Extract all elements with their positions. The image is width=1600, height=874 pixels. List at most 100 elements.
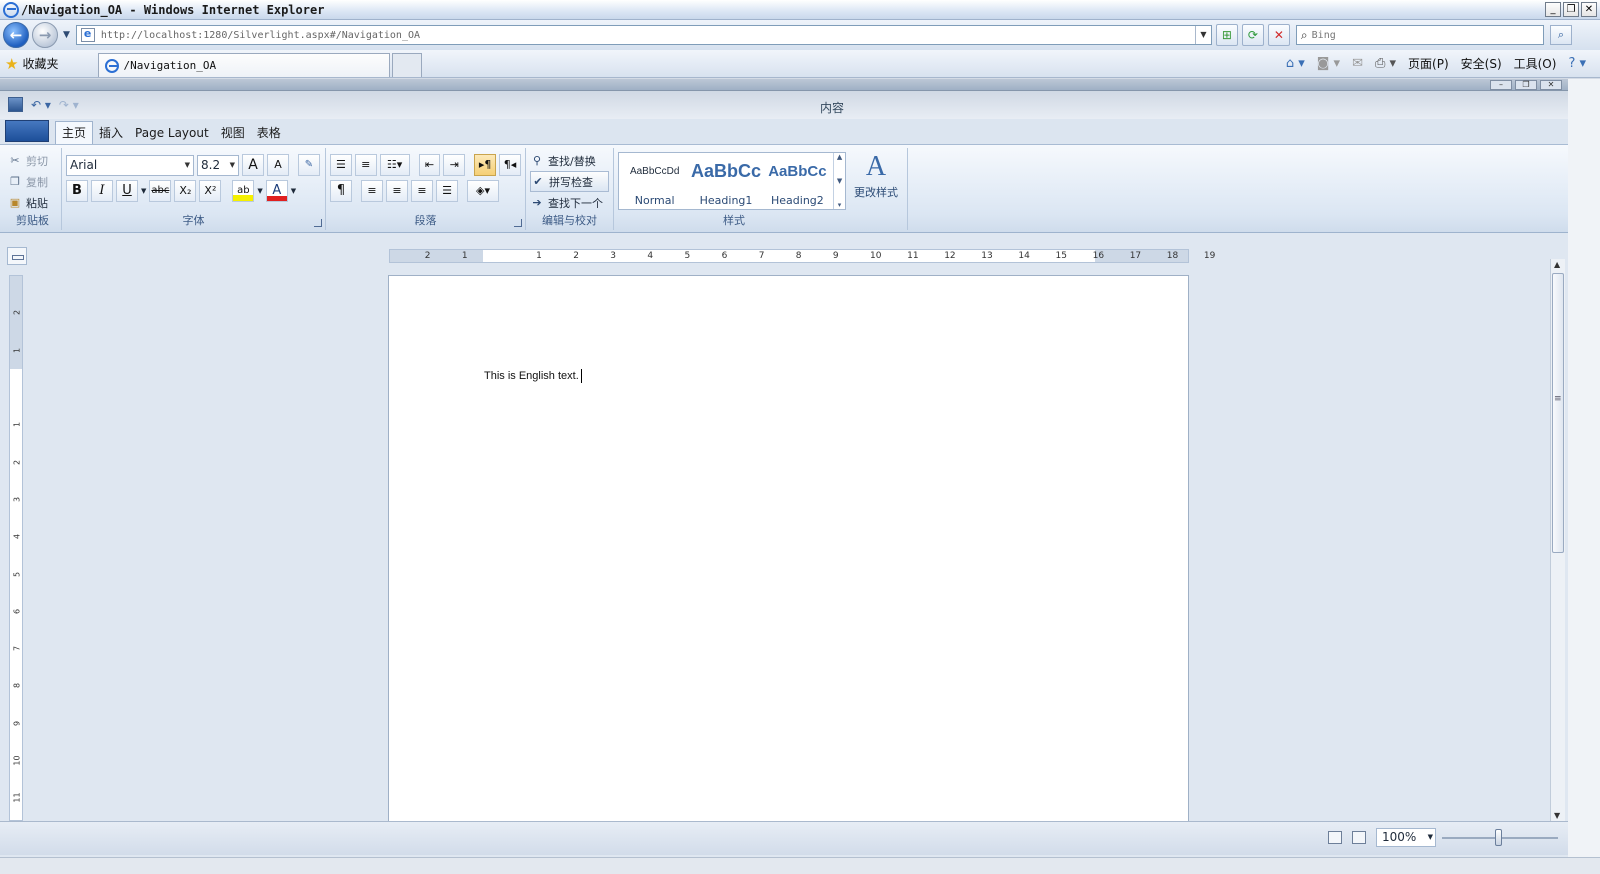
new-tab-button[interactable] (392, 53, 423, 77)
grow-font-button[interactable]: A (242, 154, 264, 176)
justify-icon[interactable]: ☰ (436, 180, 458, 202)
shading-icon[interactable]: ◈▾ (467, 180, 499, 202)
underline-dropdown-icon[interactable]: ▼ (141, 187, 146, 195)
ltr-icon[interactable]: ▸¶ (474, 154, 497, 176)
h-ruler-tick: 4 (647, 251, 654, 261)
gallery-more-icon[interactable]: ▾ (834, 201, 845, 209)
gallery-scroll[interactable]: ▲ ▼ ▾ (833, 153, 845, 209)
show-formatting-button[interactable]: ¶ (330, 180, 352, 202)
tab-view[interactable]: 视图 (215, 122, 251, 144)
browser-tab[interactable]: /Navigation_OA (98, 53, 391, 77)
tab-insert[interactable]: 插入 (93, 122, 129, 144)
style-normal[interactable]: AaBbCcDd Normal (619, 153, 690, 209)
save-icon[interactable] (8, 97, 23, 112)
subscript-button[interactable]: X₂ (174, 180, 197, 202)
close-button[interactable]: ✕ (1581, 2, 1597, 17)
underline-button[interactable]: U (116, 180, 138, 202)
zoom-slider-thumb[interactable] (1495, 829, 1502, 846)
font-size-select[interactable]: 8.2 ▼ (197, 154, 239, 176)
find-next-button[interactable]: ➔ 查找下一个 (530, 192, 609, 213)
font-dialog-launcher[interactable] (314, 219, 322, 227)
vertical-scrollbar[interactable]: ▲ ≡ ▼ (1550, 259, 1565, 821)
bullets-icon[interactable]: ☰ (330, 154, 352, 176)
minimize-button[interactable]: _ (1545, 2, 1561, 17)
forward-button[interactable]: → (32, 22, 58, 48)
help-icon[interactable]: ? ▾ (1568, 56, 1586, 71)
refresh-icon[interactable]: ⟳ (1241, 24, 1264, 46)
font-color-button[interactable]: A (265, 180, 288, 202)
numbering-icon[interactable]: ≡ (354, 154, 377, 176)
clear-format-icon[interactable]: ✎ (298, 154, 320, 176)
print-icon[interactable]: ⎙ ▾ (1375, 56, 1396, 71)
font-color-dropdown-icon[interactable]: ▼ (291, 187, 296, 195)
paragraph-dialog-launcher[interactable] (514, 219, 522, 227)
increase-indent-icon[interactable]: ⇥ (443, 154, 466, 176)
favorites-button[interactable]: 收藏夹 (22, 55, 78, 72)
document-page[interactable]: This is English text. (388, 275, 1189, 835)
vertical-ruler[interactable]: 21123456789101112 (9, 275, 23, 840)
paste-button[interactable]: ▣ 粘贴 (8, 192, 57, 213)
h-ruler-tick: 5 (684, 251, 691, 261)
scroll-up-icon[interactable]: ▲ (1554, 260, 1560, 269)
decrease-indent-icon[interactable]: ⇤ (418, 154, 441, 176)
app-minimize-button[interactable]: – (1490, 80, 1512, 90)
scroll-down-icon[interactable]: ▼ (1554, 811, 1560, 820)
mail-icon[interactable]: ✉ (1352, 56, 1363, 71)
copy-button[interactable]: ❐ 复制 (8, 171, 57, 192)
address-dropdown-icon[interactable]: ▼ (1194, 26, 1211, 44)
print-layout-icon[interactable] (1328, 831, 1342, 844)
shrink-font-button[interactable]: A (267, 154, 289, 176)
gallery-down-icon[interactable]: ▼ (834, 177, 845, 185)
align-left-icon[interactable]: ≡ (361, 180, 383, 202)
highlight-button[interactable]: ab (232, 180, 255, 202)
undo-icon[interactable]: ↶ ▾ (31, 98, 51, 112)
redo-icon[interactable]: ↷ ▾ (59, 98, 79, 112)
history-dropdown-icon[interactable]: ▼ (63, 30, 70, 40)
style-heading2[interactable]: AaBbCc Heading2 (762, 153, 833, 209)
back-button[interactable]: ← (3, 22, 29, 48)
restore-button[interactable]: ❐ (1563, 2, 1579, 17)
strikethrough-button[interactable]: abc (149, 180, 172, 202)
search-input[interactable]: ⌕ Bing (1295, 25, 1544, 45)
search-button[interactable]: ⌕ (1549, 25, 1572, 45)
change-styles-button[interactable]: A 更改样式 (850, 150, 902, 200)
address-bar[interactable]: http://localhost:1280/Silverlight.aspx#/… (75, 25, 1212, 45)
cut-button[interactable]: ✂ 剪切 (8, 150, 57, 171)
app-close-button[interactable]: ✕ (1540, 80, 1562, 90)
home-icon[interactable]: ⌂ ▾ (1286, 56, 1305, 71)
superscript-button[interactable]: X² (199, 180, 222, 202)
safety-menu[interactable]: 安全(S) (1461, 55, 1502, 72)
horizontal-ruler[interactable]: 2 1 1 2 3 4 5 6 7 8 9 10 11 12 13 14 15 16 17 18 19 (389, 249, 1215, 263)
multilevel-list-icon[interactable]: ☷▾ (379, 154, 410, 176)
zoom-select[interactable]: 100% ▼ (1376, 828, 1436, 847)
scroll-thumb[interactable] (1552, 273, 1564, 553)
style-heading1[interactable]: AaBbCc Heading1 (690, 153, 761, 209)
rtl-icon[interactable]: ¶◂ (499, 154, 521, 176)
tab-table[interactable]: 表格 (251, 122, 287, 144)
star-icon[interactable]: ★ (5, 55, 18, 73)
tab-home[interactable]: 主页 (55, 121, 94, 144)
align-right-icon[interactable]: ≡ (411, 180, 433, 202)
ruler-toggle-button[interactable] (7, 247, 27, 265)
tools-menu[interactable]: 工具(O) (1514, 55, 1557, 72)
gallery-up-icon[interactable]: ▲ (834, 153, 845, 161)
app-menu-button[interactable] (5, 120, 49, 142)
stop-icon[interactable]: ✕ (1267, 24, 1290, 46)
feeds-icon[interactable]: ◙ ▾ (1317, 56, 1340, 71)
align-center-icon[interactable]: ≡ (386, 180, 408, 202)
highlight-dropdown-icon[interactable]: ▼ (257, 187, 262, 195)
spell-check-button[interactable]: ✔ 拼写检查 (530, 171, 609, 192)
address-input[interactable]: http://localhost:1280/Silverlight.aspx#/… (101, 30, 1195, 41)
font-family-select[interactable]: Arial ▼ (66, 154, 194, 176)
find-replace-button[interactable]: ⚲ 查找/替换 (530, 150, 609, 171)
page-menu[interactable]: 页面(P) (1408, 55, 1449, 72)
italic-button[interactable]: I (91, 180, 113, 202)
document-text[interactable]: This is English text. (484, 369, 582, 383)
v-ruler-tick: 1 (12, 422, 22, 428)
app-restore-button[interactable]: ❐ (1515, 80, 1537, 90)
tab-page-layout[interactable]: Page Layout (129, 122, 215, 144)
compatibility-view-icon[interactable]: ⊞ (1215, 24, 1238, 46)
browser-window-controls: _ ❐ ✕ (1545, 2, 1597, 17)
bold-button[interactable]: B (66, 180, 88, 202)
web-layout-icon[interactable] (1352, 831, 1366, 844)
